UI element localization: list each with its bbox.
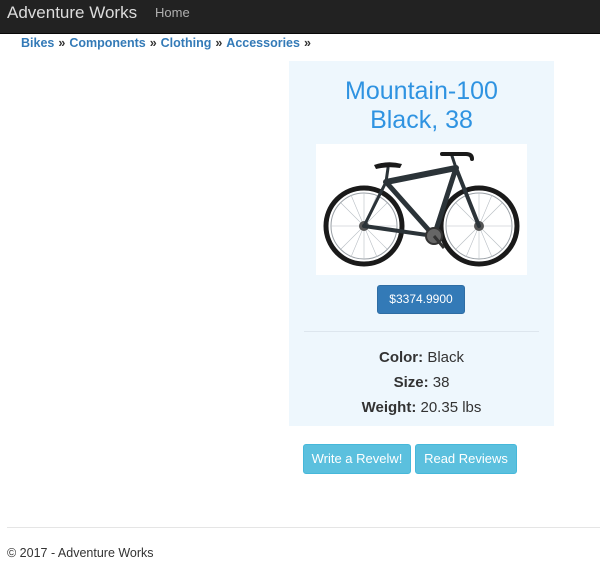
breadcrumb-separator: » [58,36,66,50]
breadcrumb: Bikes» Components» Clothing» Accessories» [21,36,315,50]
spec-size: Size: 38 [289,374,554,391]
breadcrumb-clothing[interactable]: Clothing [161,36,212,50]
product-title-line1: Mountain-100 [345,77,498,105]
brand-link[interactable]: Adventure Works [7,3,137,23]
footer-divider [7,527,600,528]
write-review-button[interactable]: Write a Revelw! [303,444,411,474]
bicycle-icon [323,152,520,267]
spec-size-value: 38 [432,374,450,391]
spec-weight: Weight: 20.35 lbs [289,399,554,416]
read-reviews-button[interactable]: Read Reviews [415,444,517,474]
breadcrumb-separator: » [303,36,311,50]
product-title: Mountain-100 Black, 38 [289,77,554,135]
navbar: Adventure Works Home [0,0,600,34]
spec-weight-value: 20.35 lbs [420,399,482,416]
breadcrumb-components[interactable]: Components [69,36,145,50]
price-button[interactable]: $3374.9900 [377,285,465,314]
product-image [316,144,527,275]
spec-size-label: Size: [393,374,429,391]
divider [304,331,539,332]
spec-color: Color: Black [289,349,554,366]
spec-color-value: Black [427,349,465,366]
spec-color-label: Color: [378,349,424,366]
breadcrumb-separator: » [215,36,223,50]
footer-text: © 2017 - Adventure Works [7,546,154,560]
product-card: Mountain-100 Black, 38 $3374.9900 Color:… [289,61,554,426]
breadcrumb-separator: » [149,36,157,50]
product-title-line2: Black, 38 [370,106,473,134]
breadcrumb-accessories[interactable]: Accessories [226,36,300,50]
nav-home-link[interactable]: Home [155,5,190,20]
spec-weight-label: Weight: [361,399,417,416]
breadcrumb-bikes[interactable]: Bikes [21,36,54,50]
